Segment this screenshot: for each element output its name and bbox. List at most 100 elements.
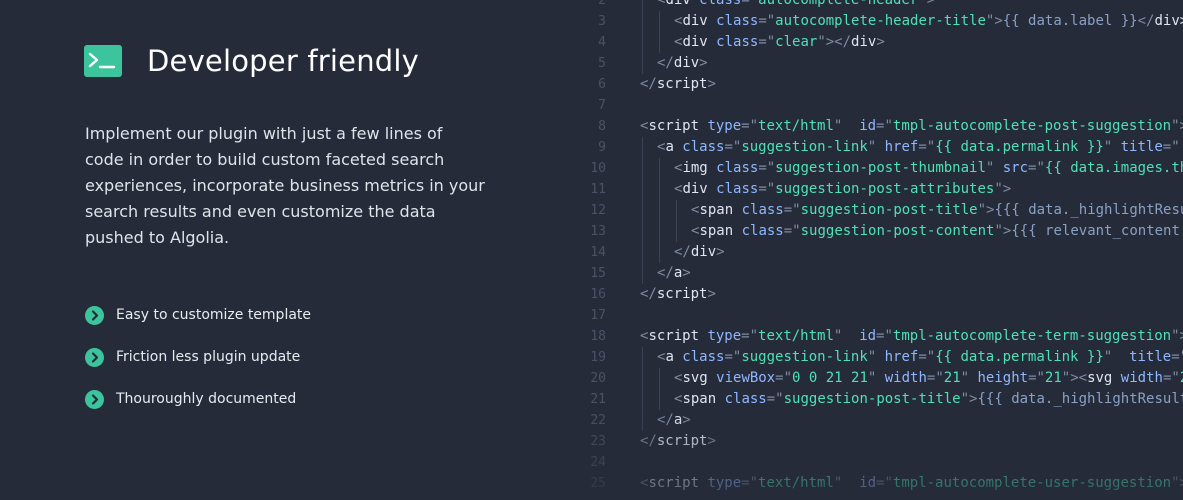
line-number: 16	[590, 287, 606, 302]
code-token: ="	[724, 349, 742, 365]
code-token: ="	[758, 13, 776, 29]
indent-guide	[659, 368, 660, 389]
code-line: 9 <a class="suggestion-link" href="{{ dat…	[580, 137, 1183, 158]
code-token: "	[867, 370, 885, 386]
code-token: ">	[1171, 328, 1183, 344]
code-token: href	[884, 349, 919, 365]
code-token: "	[867, 139, 885, 155]
code-line: 24	[580, 452, 1183, 473]
code-token: {{{ relevant_content	[1011, 223, 1180, 239]
code-line: 8 <script type="text/html" id="tmpl-autoc…	[580, 116, 1183, 137]
code-token: </	[640, 433, 657, 449]
code-token: span	[699, 202, 742, 218]
line-number: 24	[590, 455, 606, 470]
code-line: 17	[580, 305, 1183, 326]
indent-guide	[659, 158, 660, 179]
code-token: {{ data.images.th	[1044, 160, 1183, 176]
code-token: </	[674, 244, 691, 260]
code-text: </div>	[674, 242, 725, 263]
code-token: script	[648, 328, 708, 344]
code-token: ="	[918, 349, 936, 365]
code-token: ="	[766, 391, 784, 407]
line-number: 21	[590, 392, 606, 407]
code-token: suggestion-post-thumbnail	[775, 160, 986, 176]
code-line: 25 <script type="text/html" id="tmpl-auto…	[580, 473, 1183, 494]
code-token: suggestion-post-title	[800, 202, 978, 218]
code-token: >	[707, 433, 716, 449]
code-token: 0 0 21 21	[792, 370, 868, 386]
chevron-right-icon	[85, 347, 104, 367]
code-token: width	[1120, 370, 1163, 386]
code-token: type	[707, 328, 742, 344]
code-token: class	[699, 0, 742, 8]
code-line: 21 <span class="suggestion-post-title">{{…	[580, 389, 1183, 410]
code-token: viewBox	[716, 370, 776, 386]
code-token: "	[833, 475, 860, 491]
code-token: ">	[994, 223, 1012, 239]
code-token: clear	[775, 34, 818, 50]
code-sample: 2 <div class="autocomplete-header"> 3 <div …	[580, 0, 1183, 500]
code-token: ="	[926, 370, 944, 386]
code-text: <a class="suggestion-link" href="{{ data…	[657, 137, 1180, 158]
code-token: >	[699, 55, 708, 71]
code-token: ">	[918, 0, 936, 8]
indent-guide	[659, 179, 660, 200]
code-token: class	[682, 349, 725, 365]
code-token: ="	[876, 118, 893, 134]
feature-panel: Developer friendly Implement our plugin …	[0, 0, 580, 500]
code-text: </a>	[657, 263, 691, 284]
line-number: 15	[590, 266, 606, 281]
code-token: id	[859, 475, 877, 491]
code-token: ="	[724, 139, 742, 155]
code-token: id	[859, 118, 877, 134]
code-token: class	[682, 139, 725, 155]
feature-item-label: Friction less plugin update	[116, 349, 301, 365]
code-token: class	[741, 202, 784, 218]
code-token: ="	[876, 475, 893, 491]
code-text: <script type="text/html" id="tmpl-autoco…	[640, 326, 1183, 347]
code-token: >	[707, 76, 716, 92]
chevron-right-icon	[85, 389, 104, 409]
line-number: 6	[598, 77, 606, 92]
line-number: 10	[590, 161, 606, 176]
code-token: a	[665, 139, 683, 155]
code-token: suggestion-link	[741, 349, 868, 365]
code-token: </	[640, 76, 657, 92]
code-token: ="	[783, 202, 801, 218]
code-token: ="	[876, 328, 893, 344]
code-line: 6 </script>	[580, 74, 1183, 95]
code-token: a	[665, 349, 683, 365]
indent-guide	[642, 53, 643, 74]
code-token: ="	[775, 370, 793, 386]
code-token: "	[833, 118, 860, 134]
code-token: span	[682, 391, 725, 407]
code-token: script	[648, 118, 708, 134]
code-token: svg	[682, 370, 717, 386]
code-token: tmpl-autocomplete-term-suggestion	[892, 328, 1172, 344]
code-token: ="	[741, 118, 759, 134]
code-line: 5 </div>	[580, 53, 1183, 74]
code-token: ="	[1028, 160, 1045, 176]
code-token: >	[707, 286, 716, 302]
code-token: "	[867, 349, 885, 365]
code-token: ">	[960, 391, 978, 407]
code-token: </	[657, 55, 674, 71]
code-token: suggestion-post-content	[800, 223, 995, 239]
code-token: suggestion-link	[741, 139, 868, 155]
code-line: 7	[580, 95, 1183, 116]
code-token: text/html	[758, 118, 834, 134]
code-text: <script type="text/html" id="tmpl-autoco…	[640, 116, 1183, 137]
code-line: 15 </a>	[580, 263, 1183, 284]
indent-guide	[642, 242, 643, 263]
code-token: class	[716, 34, 759, 50]
code-line: 22 </a>	[580, 410, 1183, 431]
code-token: "	[985, 160, 1003, 176]
code-token: tmpl-autocomplete-user-suggestion	[892, 475, 1172, 491]
code-token: ">	[994, 181, 1012, 197]
code-token: >	[682, 265, 691, 281]
code-line: 23 </script>	[580, 431, 1183, 452]
terminal-icon	[84, 45, 122, 77]
feature-item: Easy to customize template	[85, 294, 311, 336]
feature-description: Implement our plugin with just a few lin…	[85, 124, 485, 247]
line-number: 12	[590, 203, 606, 218]
